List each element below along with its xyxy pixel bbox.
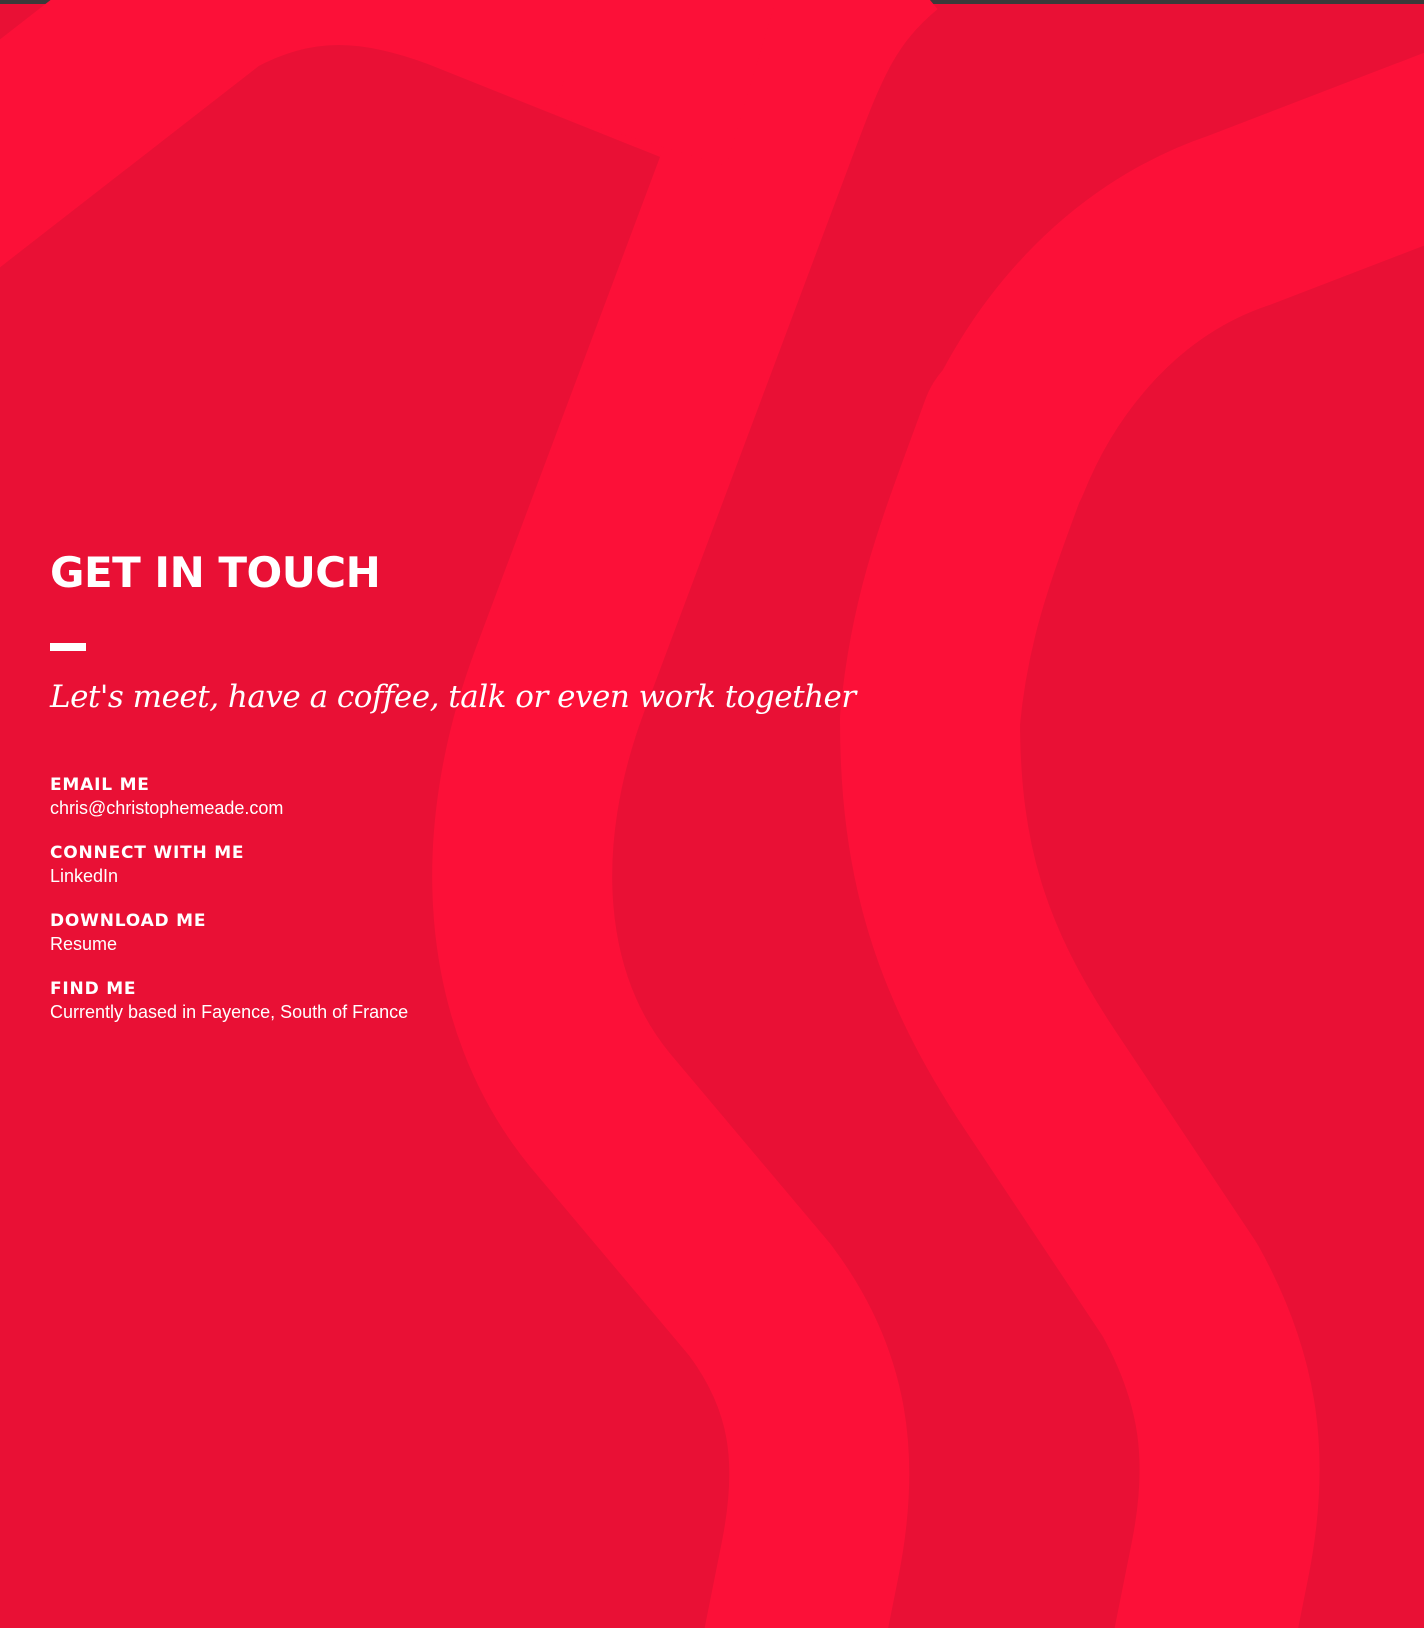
contact-item-location: FIND ME Currently based in Fayence, Sout… [50,979,950,1025]
email-link[interactable]: chris@christophemeade.com [50,795,283,821]
page-title: GET IN TOUCH [50,548,381,597]
contact-list: EMAIL ME chris@christophemeade.com CONNE… [50,775,950,1025]
tagline: Let's meet, have a coffee, talk or even … [50,679,856,715]
resume-link[interactable]: Resume [50,931,117,957]
contact-section: GET IN TOUCH Let's meet, have a coffee, … [50,548,950,1047]
location-text: Currently based in Fayence, South of Fra… [50,1002,409,1022]
location-label: FIND ME [50,979,137,999]
title-divider [50,643,86,651]
connect-label: CONNECT WITH ME [50,843,245,863]
contact-item-connect: CONNECT WITH ME LinkedIn [50,843,950,889]
wave-shape-3 [840,52,1424,1628]
contact-item-email: EMAIL ME chris@christophemeade.com [50,775,950,821]
wave-shape-4 [553,0,776,166]
linkedin-link[interactable]: LinkedIn [50,863,118,889]
email-label: EMAIL ME [50,775,150,795]
download-label: DOWNLOAD ME [50,911,207,931]
contact-item-download: DOWNLOAD ME Resume [50,911,950,957]
